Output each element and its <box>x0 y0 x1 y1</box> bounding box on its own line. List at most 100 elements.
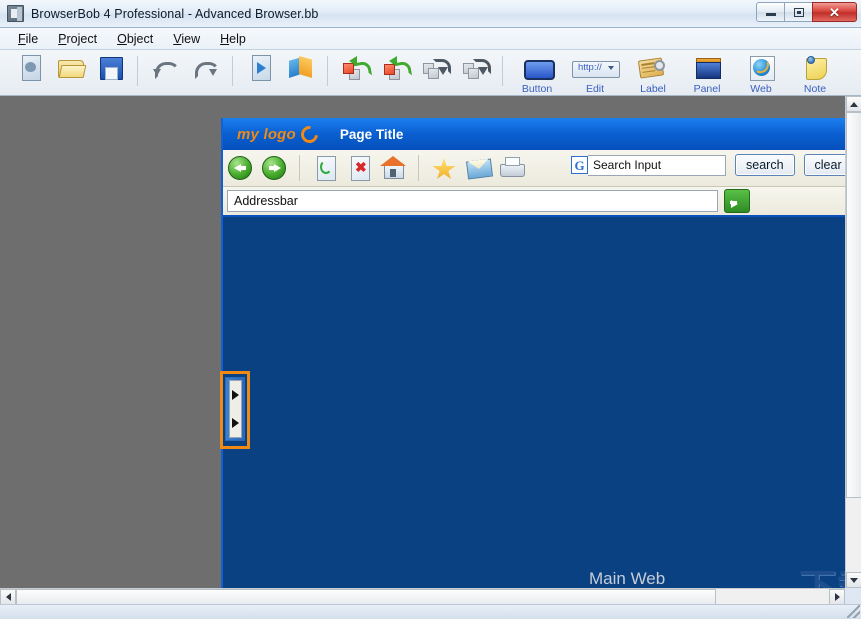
save-floppy-icon <box>95 54 125 82</box>
new-project-button[interactable] <box>10 50 50 94</box>
favorites-button[interactable] <box>427 153 461 183</box>
run-play-icon <box>245 54 275 82</box>
bring-forward-button[interactable] <box>375 50 415 94</box>
button-tool[interactable]: Button <box>510 50 564 95</box>
application-window: BrowserBob 4 Professional - Advanced Bro… <box>0 0 861 619</box>
search-button[interactable]: search <box>735 154 795 176</box>
horizontal-scrollbar[interactable] <box>0 588 845 605</box>
main-web-label: Main Web <box>589 569 666 588</box>
minimize-button[interactable] <box>756 2 785 22</box>
web-tool[interactable]: Web <box>734 50 788 95</box>
menu-help-accel: H <box>220 31 230 46</box>
menu-object-accel: O <box>117 31 127 46</box>
edit-widget-value: http:// <box>578 62 602 73</box>
back-glyph <box>234 164 246 172</box>
back-button[interactable] <box>223 153 257 183</box>
refresh-button[interactable] <box>308 153 342 183</box>
refresh-icon <box>320 160 332 174</box>
search-zone: G Search Input search clear <box>571 154 845 176</box>
close-icon: ✕ <box>829 4 840 20</box>
open-project-button[interactable] <box>50 50 90 94</box>
design-workarea[interactable]: my logo Page Title ✖ G Search Input sear… <box>0 96 845 588</box>
scroll-up-icon <box>850 101 858 107</box>
menu-item-object[interactable]: Object <box>107 30 163 48</box>
scroll-right-button[interactable] <box>829 589 845 605</box>
home-button[interactable] <box>376 153 410 183</box>
menu-item-project[interactable]: Project <box>48 30 107 48</box>
scroll-left-button[interactable] <box>0 589 16 605</box>
label-widget-icon <box>638 54 668 82</box>
stop-button[interactable]: ✖ <box>342 153 376 183</box>
run-preview-button[interactable] <box>240 50 280 94</box>
mail-icon <box>468 159 490 170</box>
bring-forward-icon <box>380 54 410 82</box>
undo-arrow-icon <box>150 54 180 82</box>
home-icon <box>380 156 406 166</box>
resize-grip[interactable] <box>847 605 860 618</box>
minimize-icon <box>765 13 776 16</box>
browser-header: my logo Page Title <box>223 118 845 150</box>
bring-to-front-button[interactable] <box>335 50 375 94</box>
window-title: BrowserBob 4 Professional - Advanced Bro… <box>31 6 319 21</box>
web-canvas[interactable]: Main Web 下载吧 <box>220 217 845 588</box>
send-to-back-button[interactable] <box>455 50 495 94</box>
address-input[interactable]: Addressbar <box>227 190 718 212</box>
search-input[interactable]: Search Input <box>588 154 726 176</box>
note-tool[interactable]: Note <box>788 50 842 95</box>
watermark-text: 下载吧 <box>799 566 845 588</box>
scroll-right-icon <box>834 593 840 601</box>
toolbar-separator-3 <box>327 56 328 86</box>
undo-button[interactable] <box>145 50 185 94</box>
forward-button[interactable] <box>257 153 291 183</box>
print-button[interactable] <box>495 153 529 183</box>
edit-tool[interactable]: http:// Edit <box>564 50 626 95</box>
send-backward-icon <box>420 54 451 82</box>
menu-view-rest: iew <box>181 31 201 46</box>
redo-button[interactable] <box>185 50 225 94</box>
bring-to-front-icon <box>340 54 370 82</box>
compile-button[interactable] <box>280 50 320 94</box>
window-controls: ✕ <box>756 2 857 22</box>
vertical-scroll-thumb[interactable] <box>846 112 861 498</box>
maximize-button[interactable] <box>784 2 813 22</box>
scroll-up-button[interactable] <box>846 96 861 112</box>
close-button[interactable]: ✕ <box>812 2 857 22</box>
stop-icon: ✖ <box>355 159 367 175</box>
menu-help-rest: elp <box>229 31 246 46</box>
open-folder-icon <box>55 54 85 82</box>
mail-button[interactable] <box>461 153 495 183</box>
browser-navbar: ✖ G Search Input search clear <box>223 150 845 187</box>
redo-arrow-icon <box>190 54 220 82</box>
label-lines <box>641 62 656 75</box>
menu-file-accel: F <box>18 31 26 46</box>
shape-back <box>428 68 439 79</box>
menu-item-file[interactable]: File <box>8 30 48 48</box>
browser-form-design[interactable]: my logo Page Title ✖ G Search Input sear… <box>220 118 845 588</box>
send-to-back-icon <box>460 54 491 82</box>
toolbar-separator-2 <box>232 56 233 86</box>
clear-button[interactable]: clear <box>803 154 845 176</box>
menu-item-help[interactable]: Help <box>210 30 256 48</box>
panel-tool[interactable]: Panel <box>680 50 734 95</box>
page-title: Page Title <box>339 126 404 142</box>
shape-back <box>468 68 479 79</box>
horizontal-scroll-thumb[interactable] <box>16 589 716 605</box>
go-button[interactable] <box>724 189 750 213</box>
google-g-icon[interactable]: G <box>571 156 588 174</box>
status-bar <box>0 604 861 619</box>
edit-tool-label: Edit <box>585 83 605 95</box>
scroll-down-button[interactable] <box>846 572 861 588</box>
button-widget-icon <box>522 54 555 82</box>
send-backward-button[interactable] <box>415 50 455 94</box>
label-tool[interactable]: Label <box>626 50 680 95</box>
menu-project-accel: P <box>58 31 67 46</box>
menu-item-view[interactable]: View <box>163 30 210 48</box>
save-project-button[interactable] <box>90 50 130 94</box>
forward-glyph <box>269 164 281 172</box>
vertical-scrollbar[interactable] <box>845 96 861 588</box>
new-document-icon <box>15 54 45 82</box>
note-widget-icon <box>800 54 830 82</box>
menu-bar: File Project Object View Help <box>0 28 861 50</box>
scroll-down-icon <box>850 577 858 583</box>
vertical-toolbar-widget[interactable] <box>220 371 250 449</box>
